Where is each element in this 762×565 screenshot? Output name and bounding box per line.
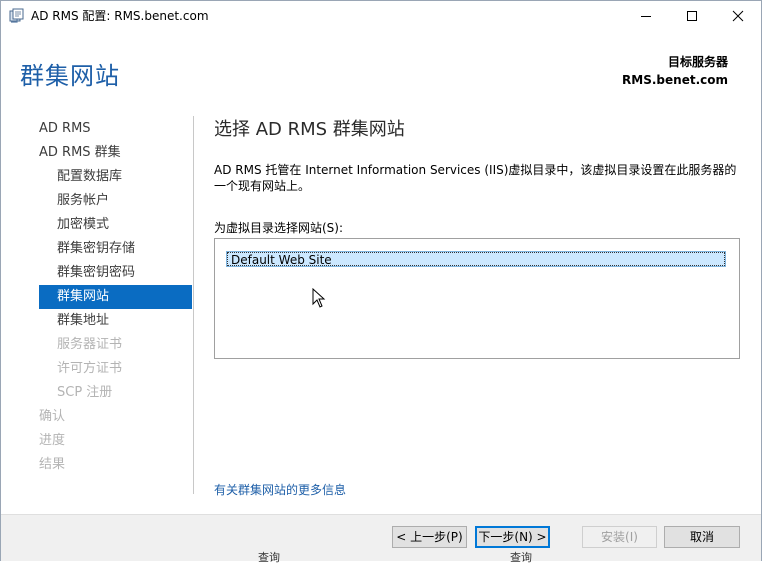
title-bar[interactable]: AD RMS 配置: RMS.benet.com bbox=[1, 1, 761, 30]
nav-step-progress: 进度 bbox=[39, 433, 66, 448]
close-icon bbox=[732, 10, 744, 21]
maximize-button[interactable] bbox=[669, 1, 715, 30]
nav-step-licensor-certificate: 许可方证书 bbox=[57, 361, 123, 376]
wizard-header: 群集网站 目标服务器 RMS.benet.com bbox=[1, 30, 761, 96]
website-list-label: 为虚拟目录选择网站(S): bbox=[214, 221, 344, 235]
background-window-text: 查询 bbox=[510, 551, 532, 564]
wizard-footer: < 上一步(P) 下一步(N) > 安装(I) 取消 bbox=[1, 514, 761, 561]
previous-button[interactable]: < 上一步(P) bbox=[392, 526, 467, 548]
description-text: AD RMS 托管在 Internet Information Services… bbox=[214, 163, 737, 193]
background-window-text: 查询 bbox=[258, 551, 280, 564]
nav-divider bbox=[193, 116, 194, 494]
nav-step-cluster-website[interactable]: 群集网站 bbox=[39, 285, 192, 309]
nav-step-ad-rms-cluster[interactable]: AD RMS 群集 bbox=[39, 141, 192, 165]
page-heading: 群集网站 bbox=[20, 62, 120, 90]
target-server-label: 目标服务器 bbox=[667, 55, 728, 69]
app-icon bbox=[9, 8, 25, 24]
nav-step-service-account[interactable]: 服务帐户 bbox=[39, 189, 192, 213]
configuration-wizard-window: AD RMS 配置: RMS.benet.com 群集网站 目标服务器 RMS.… bbox=[0, 0, 762, 561]
cancel-button[interactable]: 取消 bbox=[664, 526, 740, 548]
nav-step-ad-rms[interactable]: AD RMS bbox=[39, 117, 192, 141]
minimize-icon bbox=[641, 15, 651, 17]
nav-step-cluster-key-storage[interactable]: 群集密钥存储 bbox=[39, 237, 192, 261]
more-info-link[interactable]: 有关群集网站的更多信息 bbox=[214, 481, 346, 498]
window-title: AD RMS 配置: RMS.benet.com bbox=[31, 9, 209, 23]
content-title: 选择 AD RMS 群集网站 bbox=[214, 119, 405, 140]
mouse-pointer-icon bbox=[312, 288, 326, 308]
maximize-icon bbox=[687, 10, 697, 21]
nav-step-cluster-key-password[interactable]: 群集密钥密码 bbox=[39, 261, 192, 285]
nav-step-server-certificate: 服务器证书 bbox=[57, 337, 123, 352]
wizard-steps-nav: AD RMS AD RMS 群集 配置数据库 服务帐户 加密模式 群集密钥存储 … bbox=[39, 117, 192, 477]
install-button: 安装(I) bbox=[582, 526, 657, 548]
nav-step-cluster-address[interactable]: 群集地址 bbox=[39, 309, 192, 333]
nav-step-confirmation: 确认 bbox=[39, 409, 66, 424]
nav-step-scp-registration: SCP 注册 bbox=[57, 385, 113, 400]
minimize-button[interactable] bbox=[623, 1, 669, 30]
nav-step-results: 结果 bbox=[39, 457, 66, 472]
nav-step-encryption-mode[interactable]: 加密模式 bbox=[39, 213, 192, 237]
website-list-item[interactable]: Default Web Site bbox=[226, 251, 726, 267]
close-button[interactable] bbox=[715, 1, 761, 30]
website-listbox[interactable]: Default Web Site bbox=[214, 238, 740, 359]
nav-step-config-database[interactable]: 配置数据库 bbox=[39, 165, 192, 189]
target-server-value: RMS.benet.com bbox=[622, 73, 728, 87]
next-button[interactable]: 下一步(N) > bbox=[475, 526, 550, 548]
